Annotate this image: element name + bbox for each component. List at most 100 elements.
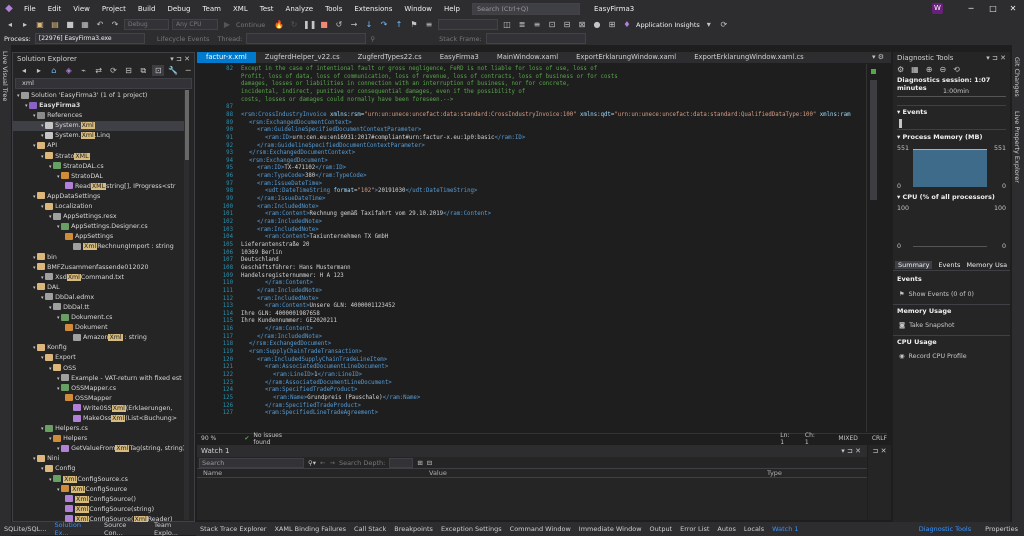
configuration-dropdown[interactable]: Debug xyxy=(124,19,169,30)
application-insights-icon[interactable]: ♦ xyxy=(621,19,633,30)
code-line[interactable]: Handelsregisternummer: H A 123 xyxy=(241,273,344,279)
code-line[interactable]: incidental, indirect, punitive or conseq… xyxy=(241,89,525,95)
watch-search-input[interactable]: Search xyxy=(199,457,304,468)
code-line[interactable]: <ram:GuidelineSpecifiedDocumentContextPa… xyxy=(257,127,421,133)
restart-icon[interactable]: ↺ xyxy=(333,19,345,30)
menu-item-project[interactable]: Project xyxy=(96,5,132,13)
live-visual-tree-tab[interactable]: Live Visual Tree xyxy=(1,51,9,101)
issues-label[interactable]: No issues found xyxy=(253,432,300,446)
collapse-all-icon[interactable]: ⊟ xyxy=(122,65,134,76)
tree-item[interactable]: ▾ XmlConfigSource xyxy=(13,485,185,495)
code-line[interactable]: </ram:SpecifiedTradeProduct> xyxy=(265,403,361,409)
tab-overflow-icon[interactable]: ▾ ⚙ xyxy=(866,52,890,63)
tree-item[interactable]: ▾ Example - VAT-return with fixed est xyxy=(13,374,185,384)
code-line[interactable]: Deutschland xyxy=(241,257,279,263)
code-line[interactable]: </ram:AssociatedDocumentLineDocument> xyxy=(265,380,392,386)
code-line[interactable]: <ram:IncludedNote> xyxy=(257,296,319,302)
select-tools-icon[interactable]: ▦ xyxy=(911,65,919,74)
bookmark-icon[interactable]: ⚑ xyxy=(408,19,420,30)
code-line[interactable]: <ram:Content>Unsere GLN: 4000001123452 xyxy=(265,303,395,309)
tab-events[interactable]: Events xyxy=(938,261,960,269)
tree-item[interactable]: ▾ StratoDAL.cs xyxy=(13,162,185,172)
code-line[interactable]: Ihre GLN: 4000001987658 xyxy=(241,311,320,317)
sync-icon[interactable]: ⇄ xyxy=(93,65,105,76)
menu-item-xml[interactable]: XML xyxy=(227,5,254,13)
column-name[interactable]: Name xyxy=(203,469,222,477)
tree-item[interactable]: ▾ DAL xyxy=(13,283,185,293)
code-line[interactable]: <rsm:CrossIndustryInvoice xmlns:rsm="urn… xyxy=(241,112,851,118)
bottom-tab[interactable]: XAML Binding Failures xyxy=(274,525,346,533)
process-dropdown[interactable]: [22976] EasyFirma3.exe xyxy=(34,33,145,44)
tab-memory-usage[interactable]: Memory Usa xyxy=(966,261,1007,269)
bookmark-clear-icon[interactable]: ⊠ xyxy=(576,19,588,30)
code-line[interactable]: <ram:Name>Grundpreis (Pauschale)</ram:Na… xyxy=(273,395,420,401)
document-tab[interactable]: MainWindow.xaml xyxy=(488,52,567,63)
memory-graph[interactable]: 551 551 0 0 xyxy=(897,143,1006,193)
tree-item[interactable]: ▾ Nini xyxy=(13,454,185,464)
format-icon[interactable]: ≡ xyxy=(423,19,435,30)
tree-item[interactable]: ▾ Solution 'EasyFirma3' (1 of 1 project) xyxy=(13,91,185,101)
code-line[interactable]: </ram:IncludedNote> xyxy=(257,334,322,340)
forward-icon[interactable]: ▸ xyxy=(19,19,31,30)
code-line[interactable]: Lieferantenstraße 20 xyxy=(241,242,309,248)
tree-item[interactable]: AmazonXml : string xyxy=(13,333,185,343)
bookmark-next-icon[interactable]: ⊡ xyxy=(546,19,558,30)
insights-dropdown-icon[interactable]: ▾ xyxy=(703,19,715,30)
menu-item-view[interactable]: View xyxy=(67,5,96,13)
back-icon[interactable]: ◂ xyxy=(4,19,16,30)
bottom-tab[interactable]: Immediate Window xyxy=(579,525,642,533)
document-tab[interactable]: EasyFirma3 xyxy=(431,52,488,63)
thread-dropdown[interactable] xyxy=(246,33,367,44)
show-events-row[interactable]: ⚑ Show Events (0 of 0) xyxy=(893,287,1010,301)
bottom-tab[interactable]: Locals xyxy=(744,525,764,533)
menu-item-window[interactable]: Window xyxy=(398,5,438,13)
forward-icon[interactable]: ▸ xyxy=(33,65,45,76)
bottom-tab[interactable]: Exception Settings xyxy=(441,525,502,533)
tree-item[interactable]: ▾ OSSMapper.cs xyxy=(13,384,185,394)
tree-item[interactable]: ▾ Dokument.cs xyxy=(13,313,185,323)
code-line[interactable]: damages, losses or liabilities in connec… xyxy=(241,81,570,87)
pause-icon[interactable]: ❚❚ xyxy=(303,19,316,30)
document-tab[interactable]: ZugferdTypes22.cs xyxy=(349,52,431,63)
search-next-icon[interactable]: → xyxy=(329,459,334,467)
tree-item[interactable]: ▾ XmlConfigSource.cs xyxy=(13,475,185,485)
tree-item[interactable]: XmlRechnungImport : string xyxy=(13,242,185,252)
continue-label[interactable]: Continue xyxy=(236,21,270,29)
solution-search-input[interactable]: xml xyxy=(15,78,192,89)
panel-options-icon[interactable]: ▾ ⊐ ✕ xyxy=(170,55,190,63)
tree-item[interactable]: ▾ DbDal.tt xyxy=(13,303,185,313)
code-line[interactable]: <ram:LineID>1</ram:LineID> xyxy=(273,372,362,378)
tree-item[interactable]: OSSMapper xyxy=(13,394,185,404)
bookmark-prev-icon[interactable]: ⊟ xyxy=(561,19,573,30)
tree-item[interactable]: ▾ References xyxy=(13,111,185,121)
tree-item[interactable]: XmlConfigSource() xyxy=(13,495,185,505)
code-line[interactable]: </ram:IncludedNote> xyxy=(257,288,322,294)
scroll-thumb[interactable] xyxy=(870,80,877,200)
search-icon[interactable]: ⚲▾ xyxy=(308,459,316,467)
bottom-tab[interactable]: Error List xyxy=(680,525,709,533)
right-bottom-tab[interactable]: Properties xyxy=(985,525,1018,533)
events-track[interactable] xyxy=(897,118,1006,130)
code-line[interactable]: </rsm:ExchangedDocumentContext> xyxy=(249,150,355,156)
layout-icon[interactable]: ◫ xyxy=(501,19,513,30)
stack-frame-dropdown[interactable] xyxy=(485,33,586,44)
document-tab[interactable]: ExportErklarungWindow.xaml.cs xyxy=(685,52,813,63)
code-line[interactable]: <ram:SpecifiedTradeProduct> xyxy=(265,387,357,393)
bottom-tab[interactable]: Autos xyxy=(717,525,735,533)
watch-pin-icon[interactable]: ⊐ ✕ xyxy=(868,445,891,520)
open-folder-icon[interactable]: ▤ xyxy=(49,19,61,30)
show-all-files-icon[interactable]: ⧉ xyxy=(137,65,149,76)
code-line[interactable]: <ram:AssociatedDocumentLineDocument> xyxy=(265,364,388,370)
tree-item[interactable]: ▾ AppSettings.Designer.cs xyxy=(13,222,185,232)
code-line[interactable]: <ram:Content>Taxiunternehmen TX GmbH xyxy=(265,234,388,240)
filter-icon[interactable]: ⚲ xyxy=(370,35,375,43)
tree-item[interactable]: ▾ GetValueFromXmlTag(string, string) xyxy=(13,444,185,454)
close-icon[interactable]: ✕ xyxy=(1000,0,1024,17)
code-line[interactable]: <ram:Content>Rechnung gemäß Taxifahrt vo… xyxy=(265,211,491,217)
step-into-icon[interactable]: ↓ xyxy=(363,19,375,30)
menu-item-analyze[interactable]: Analyze xyxy=(280,5,320,13)
left-panel-tab[interactable]: Team Explo... xyxy=(154,521,196,536)
save-icon[interactable]: ■ xyxy=(64,19,76,30)
tree-item[interactable]: ▾ Konfig xyxy=(13,343,185,353)
search-depth-dropdown[interactable] xyxy=(389,457,414,468)
